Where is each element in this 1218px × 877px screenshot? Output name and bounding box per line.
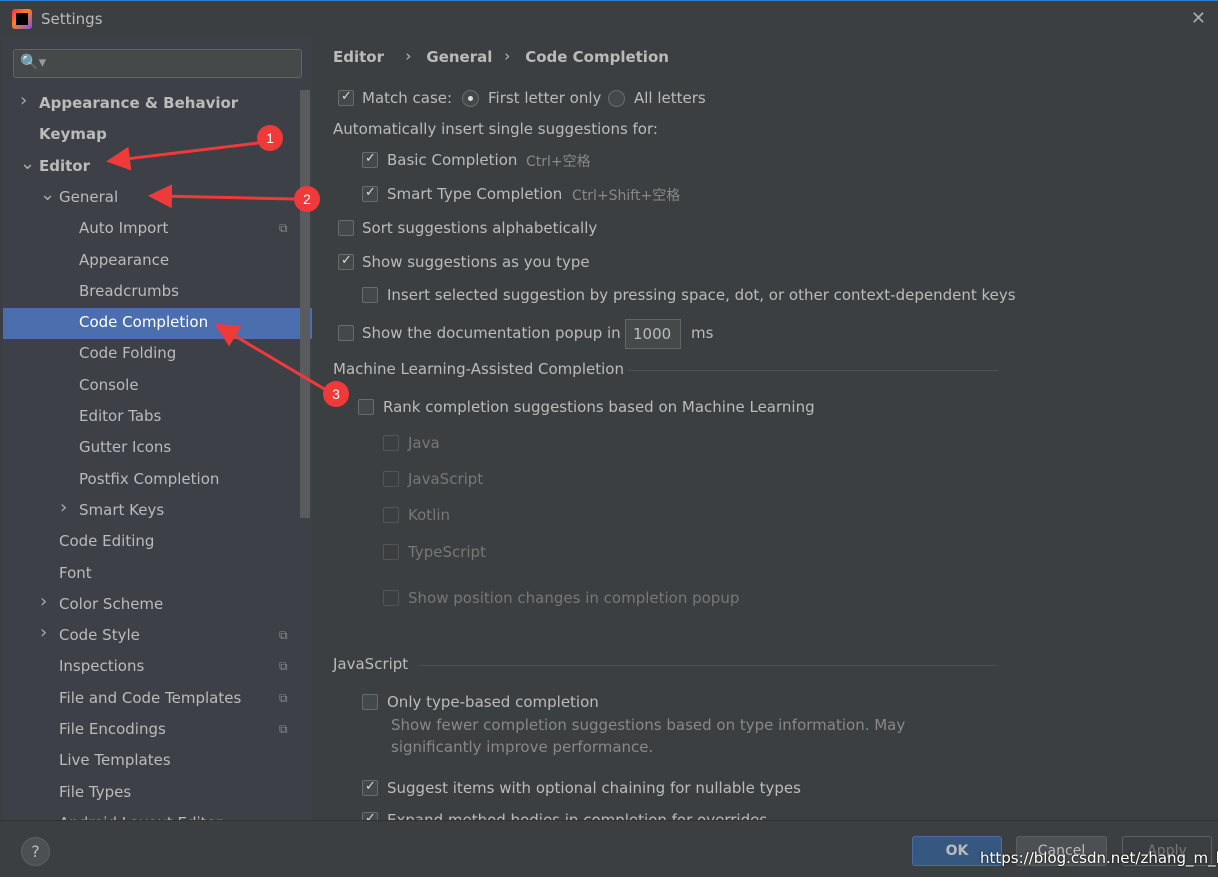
annotation-number: 1	[266, 130, 274, 146]
annotation-number: 2	[303, 191, 311, 207]
annotation-arrow-3	[214, 323, 327, 392]
annotation-arrow-1	[106, 141, 259, 171]
annotation-overlay: 1 2 3	[106, 125, 349, 407]
annotation-number: 3	[332, 386, 340, 402]
annotation-arrow-2	[148, 184, 295, 209]
